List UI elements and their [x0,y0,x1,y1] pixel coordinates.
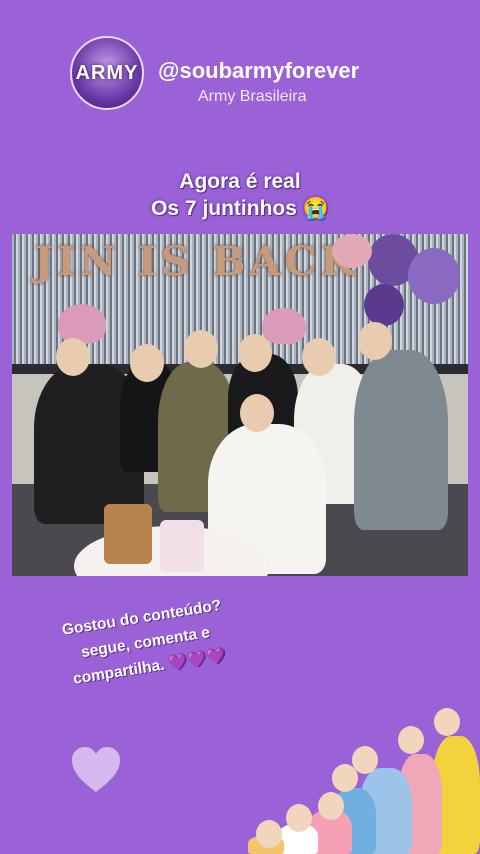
profile-avatar[interactable]: ARMY [70,36,144,110]
dessert-stand [104,504,152,564]
person-head [238,334,272,372]
call-to-action: Gostou do conteúdo? segue, comenta e com… [36,589,255,696]
heart-icon [72,747,120,792]
member-head [286,804,312,832]
avatar-label: ARMY [75,61,139,84]
member-head [434,708,460,736]
profile-subtitle: Army Brasileira [198,88,307,105]
heart-balloon [58,304,106,344]
person-head [184,330,218,368]
cake [160,520,204,572]
balloon [332,234,372,268]
member-head [332,764,358,792]
person-head [240,394,274,432]
member-head [256,820,282,848]
balloon [364,284,404,326]
member-head [398,726,424,754]
headline-line-2: Os 7 juntinhos 😭 [151,197,329,220]
person-head [56,338,90,376]
heart-sticker [70,746,122,794]
profile-username[interactable]: @soubarmyforever [158,58,359,84]
profile-header[interactable]: ARMY @soubarmyforever Army Brasileira [70,36,470,110]
heart-balloon [262,308,306,344]
balloon [408,248,460,304]
member-head [318,792,344,820]
person-head [358,322,392,360]
photo-banner: JIN IS BACK [34,238,360,285]
person-head [130,344,164,382]
headline-line-1: Agora é real [179,170,301,193]
group-sticker [248,700,480,854]
person [354,350,448,530]
person-head [302,338,336,376]
group-photo: JIN IS BACK [12,234,468,576]
